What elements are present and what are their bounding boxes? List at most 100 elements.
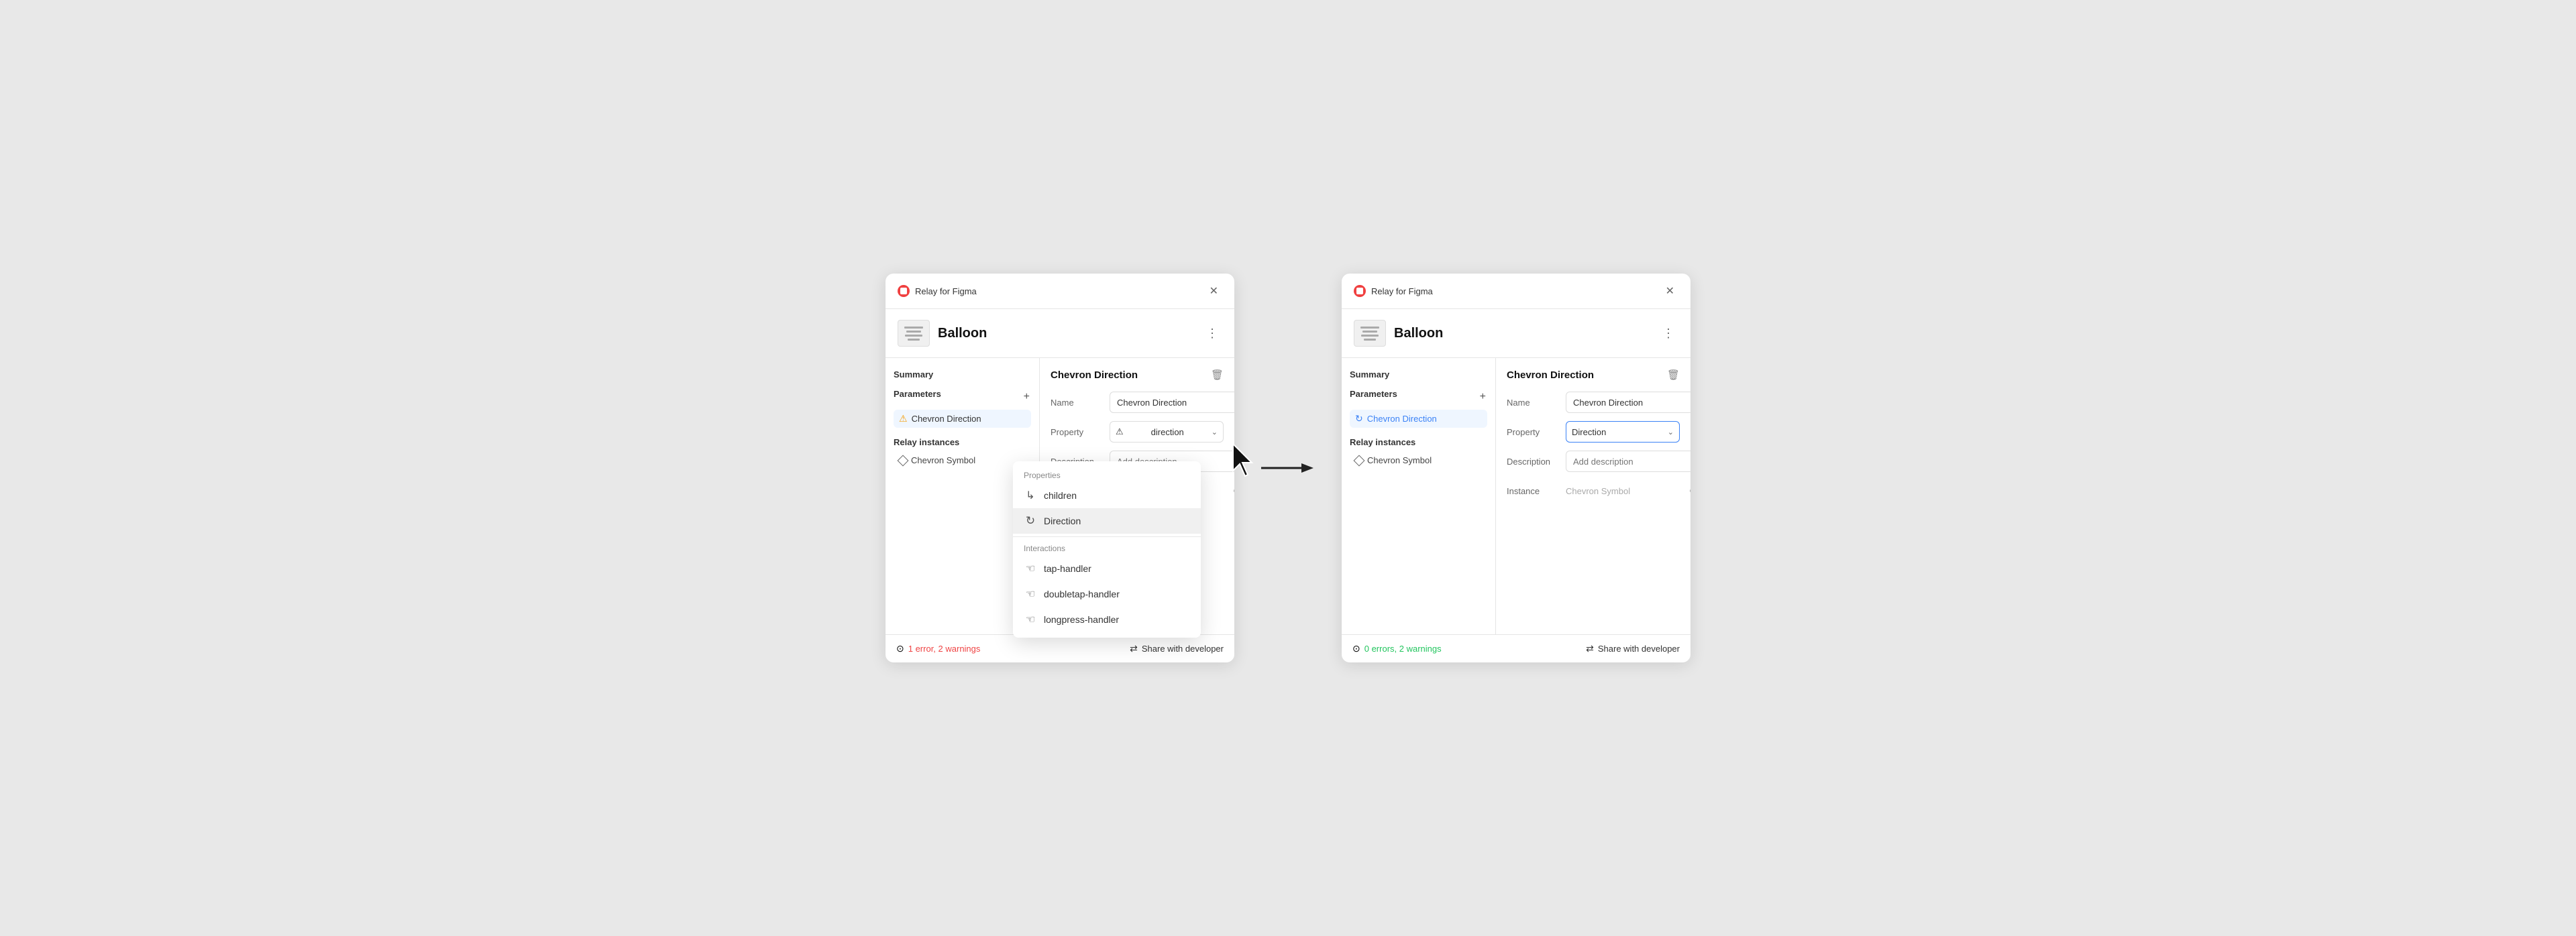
component-header-left: Balloon <box>898 320 987 347</box>
right-thumb-line-3 <box>1361 335 1378 337</box>
right-share-button[interactable]: ⇄ Share with developer <box>1586 643 1680 654</box>
right-property-field-row: Property Direction ⌄ <box>1507 421 1680 443</box>
dropdown-item-children[interactable]: ↳ children <box>1013 483 1201 508</box>
error-circle-icon: ⊙ <box>896 643 904 654</box>
right-share-label: Share with developer <box>1598 644 1680 654</box>
param-item-chevron-direction[interactable]: ⚠ Chevron Direction <box>894 410 1031 428</box>
component-header: Balloon ⋮ <box>885 309 1234 358</box>
tap-label: tap-handler <box>1044 563 1091 574</box>
right-panel-header: Relay for Figma ✕ <box>1342 274 1690 309</box>
arrow-container <box>1261 458 1315 478</box>
doubletap-icon: ☜ <box>1024 587 1037 601</box>
right-relay-logo <box>1354 285 1366 297</box>
share-label: Share with developer <box>1142 644 1224 654</box>
right-header-left: Relay for Figma <box>1354 285 1433 297</box>
longpress-label: longpress-handler <box>1044 614 1119 625</box>
right-diamond-icon <box>1354 455 1365 466</box>
right-error-text: 0 errors, 2 warnings <box>1364 644 1442 654</box>
error-text: 1 error, 2 warnings <box>908 644 981 654</box>
name-input[interactable] <box>1110 392 1234 413</box>
right-description-input[interactable] <box>1566 451 1690 472</box>
right-component-header-left: Balloon <box>1354 320 1443 347</box>
right-add-parameter-button[interactable]: + <box>1479 392 1487 402</box>
right-thumb-line-4 <box>1364 339 1376 341</box>
error-status: ⊙ 1 error, 2 warnings <box>896 643 980 654</box>
trash-button[interactable]: 🗑 <box>1211 369 1224 381</box>
right-detail-title: Chevron Direction <box>1507 369 1594 381</box>
panel-header: Relay for Figma ✕ <box>885 274 1234 309</box>
doubletap-label: doubletap-handler <box>1044 589 1120 599</box>
right-property-select-text: Direction <box>1572 427 1606 437</box>
direction-icon: ↻ <box>1024 514 1037 528</box>
right-chevron-down-icon: ⌄ <box>1668 428 1674 436</box>
target-icon[interactable]: ⊕ <box>1233 484 1234 498</box>
property-select[interactable]: ⚠ direction ⌄ <box>1110 421 1224 443</box>
children-icon: ↳ <box>1024 489 1037 502</box>
right-name-input[interactable] <box>1566 392 1690 413</box>
summary-title: Summary <box>894 369 933 379</box>
dropdown-divider <box>1013 536 1201 537</box>
right-panel-body: Summary Parameters + ↻ Chevron Direction… <box>1342 358 1690 634</box>
right-relay-logo-inner <box>1356 288 1363 294</box>
right-property-label: Property <box>1507 427 1560 437</box>
dropdown-item-doubletap[interactable]: ☜ doubletap-handler <box>1013 581 1201 607</box>
dropdown-wrapper: Properties ↳ children ↻ Direction Intera… <box>1013 461 1201 638</box>
right-instance-field-row: Instance ⊕ <box>1507 480 1680 502</box>
direction-label: Direction <box>1044 516 1081 526</box>
right-sidebar: Summary Parameters + ↻ Chevron Direction… <box>1342 358 1496 634</box>
app-title: Relay for Figma <box>915 286 977 296</box>
detail-header: Chevron Direction 🗑 <box>1051 369 1224 381</box>
right-component-header: Balloon ⋮ <box>1342 309 1690 358</box>
property-label: Property <box>1051 427 1104 437</box>
right-trash-button[interactable]: 🗑 <box>1667 369 1680 381</box>
right-instance-item: Chevron Symbol <box>1350 453 1487 468</box>
right-component-name: Balloon <box>1394 326 1443 341</box>
relay-instances-title: Relay instances <box>894 437 1031 447</box>
close-button[interactable]: ✕ <box>1205 283 1222 299</box>
longpress-icon: ☜ <box>1024 613 1037 626</box>
name-label: Name <box>1051 398 1104 408</box>
children-label: children <box>1044 490 1077 501</box>
right-app-title: Relay for Figma <box>1371 286 1433 296</box>
right-panel-footer: ⊙ 0 errors, 2 warnings ⇄ Share with deve… <box>1342 634 1690 662</box>
add-parameter-button[interactable]: + <box>1022 392 1031 402</box>
share-icon: ⇄ <box>1130 643 1138 654</box>
share-button[interactable]: ⇄ Share with developer <box>1130 643 1224 654</box>
right-close-button[interactable]: ✕ <box>1662 283 1678 299</box>
right-parameters-label: Parameters <box>1350 389 1397 399</box>
warning-icon: ⚠ <box>899 413 908 424</box>
thumb-line-2 <box>906 331 921 333</box>
right-description-label: Description <box>1507 457 1560 467</box>
right-share-icon: ⇄ <box>1586 643 1594 654</box>
property-field-row: Property ⚠ direction ⌄ <box>1051 421 1224 443</box>
right-detail-panel: Chevron Direction 🗑 Name Property Direct… <box>1496 358 1690 634</box>
instance-label-text: Chevron Symbol <box>911 455 975 465</box>
right-param-label: Chevron Direction <box>1367 414 1437 424</box>
component-thumbnail <box>898 320 930 347</box>
parameters-label: Parameters <box>894 389 941 399</box>
right-instance-label: Instance <box>1507 486 1560 496</box>
right-panel: Relay for Figma ✕ Balloon ⋮ Summary Para… <box>1342 274 1690 662</box>
param-label: Chevron Direction <box>912 414 981 424</box>
thumb-line-4 <box>908 339 920 341</box>
flow-arrow <box>1261 458 1315 478</box>
more-button[interactable]: ⋮ <box>1202 325 1222 342</box>
dropdown-item-longpress[interactable]: ☜ longpress-handler <box>1013 607 1201 632</box>
right-parameters-header: Parameters + <box>1350 389 1487 404</box>
right-param-item-chevron-direction[interactable]: ↻ Chevron Direction <box>1350 410 1487 428</box>
right-instance-input <box>1566 480 1684 502</box>
right-target-icon[interactable]: ⊕ <box>1689 484 1690 498</box>
dropdown-item-tap[interactable]: ☜ tap-handler <box>1013 556 1201 581</box>
panel-footer: ⊙ 1 error, 2 warnings ⇄ Share with devel… <box>885 634 1234 662</box>
relay-logo <box>898 285 910 297</box>
right-name-label: Name <box>1507 398 1560 408</box>
dropdown-item-direction[interactable]: ↻ Direction <box>1013 508 1201 534</box>
right-name-field-row: Name <box>1507 392 1680 413</box>
right-more-button[interactable]: ⋮ <box>1658 325 1678 342</box>
right-property-select[interactable]: Direction ⌄ <box>1566 421 1680 443</box>
name-field-row: Name <box>1051 392 1224 413</box>
warn-icon: ⚠ <box>1116 426 1124 437</box>
property-select-text: direction <box>1151 427 1184 437</box>
right-relay-instances-title: Relay instances <box>1350 437 1487 447</box>
diamond-icon <box>898 455 909 466</box>
